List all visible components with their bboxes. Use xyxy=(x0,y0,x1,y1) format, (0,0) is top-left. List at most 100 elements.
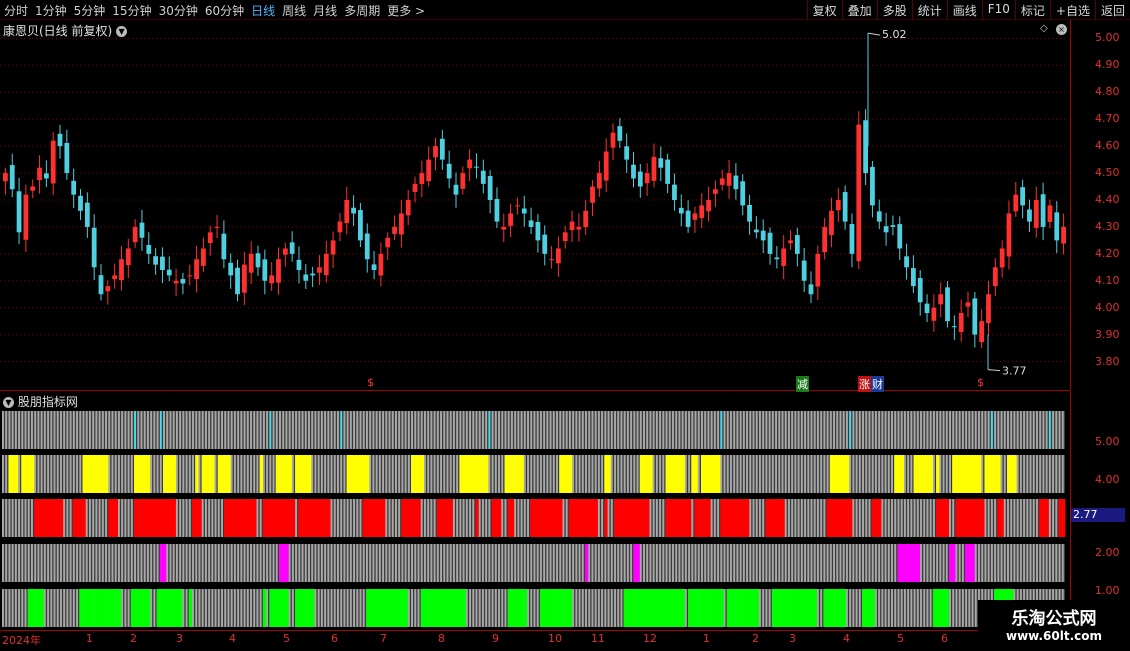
indicator-bar xyxy=(266,455,269,493)
chevron-down-icon[interactable]: ▼ xyxy=(3,397,14,408)
indicator-bar xyxy=(778,411,781,449)
indicator-bar xyxy=(117,499,120,537)
indicator-bar xyxy=(153,544,156,582)
indicator-fill xyxy=(140,589,145,627)
indicator-bar xyxy=(1007,411,1009,449)
indicator-fill xyxy=(784,589,789,627)
candle-body xyxy=(446,163,452,179)
indicator-bar xyxy=(66,455,69,493)
indicator-bar xyxy=(114,411,117,449)
indicator-fill xyxy=(188,589,193,627)
indicator-bar xyxy=(130,499,133,537)
indicator-bar xyxy=(614,544,616,582)
date-tick: 8 xyxy=(438,632,445,645)
indicator-bar xyxy=(98,411,101,449)
indicator-bar xyxy=(372,411,375,449)
indicator-bar xyxy=(997,411,1000,449)
indicator-bar xyxy=(340,589,343,627)
indicator-fill xyxy=(404,499,409,537)
indicator-bar xyxy=(978,411,980,449)
event-marker[interactable]: $ xyxy=(366,376,375,389)
indicator-bar xyxy=(932,455,935,493)
indicator-bar xyxy=(578,411,581,449)
indicator-fill xyxy=(443,499,447,537)
event-marker[interactable]: 财 xyxy=(871,376,884,392)
indicator-bar xyxy=(337,411,339,449)
indicator-fill xyxy=(636,544,641,582)
indicator-bar xyxy=(40,455,43,493)
indicator-bar xyxy=(862,455,864,493)
indicator-fill xyxy=(923,455,927,493)
indicator-bar xyxy=(1055,455,1058,493)
indicator-bar xyxy=(852,499,855,537)
indicator-bar xyxy=(169,544,172,582)
indicator-bar xyxy=(923,411,926,449)
indicator-bar xyxy=(900,411,903,449)
indicator-bar xyxy=(572,589,575,627)
indicator-bar xyxy=(823,455,826,493)
indicator-bar xyxy=(742,455,745,493)
indicator-fill xyxy=(971,544,976,582)
indicator-bar xyxy=(243,544,246,582)
indicator-bar xyxy=(601,411,604,449)
indicator-bar xyxy=(282,411,285,449)
indicator-fill xyxy=(514,589,518,627)
indicator-fill xyxy=(53,499,58,537)
indicator-fill xyxy=(936,589,940,627)
indicator-bar xyxy=(868,455,871,493)
action-button-8[interactable]: 返回 xyxy=(1094,0,1130,19)
indicator-fill xyxy=(314,499,318,537)
indicator-bar xyxy=(881,544,884,582)
indicator-bar xyxy=(230,411,233,449)
event-marker[interactable]: $ xyxy=(976,376,985,389)
indicator-bar xyxy=(729,411,732,449)
event-marker[interactable]: 减 xyxy=(796,376,809,392)
candle-body xyxy=(337,221,343,233)
indicator-bar xyxy=(14,411,17,449)
indicator-bar xyxy=(797,499,800,537)
indicator-fill xyxy=(736,499,740,537)
indicator-tick: 1.00 xyxy=(1095,584,1120,597)
indicator-bar xyxy=(862,499,864,537)
indicator-bar xyxy=(678,544,681,582)
indicator-bar xyxy=(127,411,130,449)
indicator-bar xyxy=(443,411,446,449)
indicator-bar xyxy=(723,455,726,493)
indicator-fill xyxy=(159,589,164,627)
indicator-fill xyxy=(968,455,972,493)
indicator-fill xyxy=(617,499,621,537)
indicator-fill xyxy=(504,455,509,493)
indicator-bar xyxy=(40,411,43,449)
indicator-bar xyxy=(981,544,984,582)
indicator-fill xyxy=(146,499,151,537)
indicator-bar xyxy=(543,455,546,493)
candle-body xyxy=(1013,194,1019,212)
indicator-bar xyxy=(775,455,778,493)
indicator-fill xyxy=(385,589,389,627)
indicator-bar xyxy=(485,411,488,449)
indicator-bar xyxy=(124,411,127,449)
indicator-bar xyxy=(5,411,8,449)
indicator-bar xyxy=(101,499,104,537)
indicator-fill xyxy=(913,455,918,493)
indicator-bar xyxy=(565,411,568,449)
indicator-bar xyxy=(620,589,623,627)
indicator-bar xyxy=(356,544,359,582)
indicator-bar xyxy=(594,544,597,582)
candle-body xyxy=(1061,226,1066,244)
indicator-fill xyxy=(436,589,441,627)
indicator-bar xyxy=(684,589,687,627)
indicator-bar xyxy=(95,411,98,449)
candle-body xyxy=(637,171,643,187)
indicator-bar xyxy=(340,544,343,582)
indicator-bar xyxy=(121,589,124,627)
indicator-bar xyxy=(865,499,868,537)
indicator-fill xyxy=(140,499,145,537)
event-marker[interactable]: 涨 xyxy=(858,376,871,392)
indicator-bar xyxy=(320,411,323,449)
candle-body xyxy=(494,199,500,222)
indicator-bar xyxy=(623,544,626,582)
indicator-bar xyxy=(130,411,133,449)
candle-body xyxy=(160,256,165,270)
indicator-bar xyxy=(47,544,50,582)
